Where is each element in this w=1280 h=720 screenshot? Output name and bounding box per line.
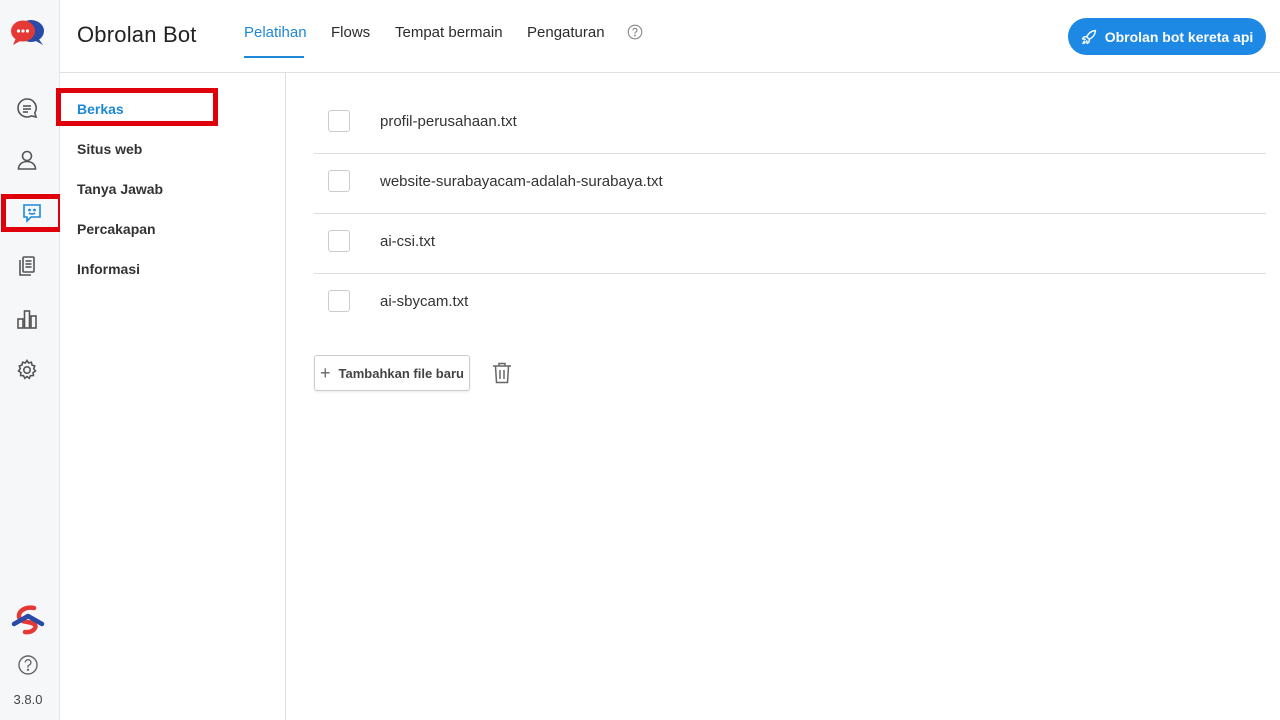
add-new-file-label: Tambahkan file baru — [338, 365, 464, 381]
top-header: Obrolan Bot Pelatihan Flows Tempat berma… — [60, 0, 1280, 73]
file-checkbox[interactable] — [328, 290, 350, 312]
plus-icon: + — [320, 362, 331, 383]
subnav-item-berkas[interactable]: Berkas — [77, 101, 124, 117]
bot-message-icon[interactable] — [1, 194, 63, 232]
tab-pelatihan[interactable]: Pelatihan — [244, 24, 307, 41]
help-circle-icon[interactable] — [17, 654, 39, 676]
file-name: website-surabayacam-adalah-surabaya.txt — [380, 173, 663, 190]
rocket-icon — [1081, 29, 1096, 44]
tab-tempat-bermain[interactable]: Tempat bermain — [395, 24, 503, 41]
help-circle-icon[interactable] — [627, 24, 643, 40]
file-row[interactable]: ai-sbycam.txt — [314, 274, 1266, 334]
brand-logo-icon — [11, 605, 45, 635]
app-logo-icon[interactable] — [10, 18, 46, 48]
file-checkbox[interactable] — [328, 110, 350, 132]
add-new-file-button[interactable]: + Tambahkan file baru — [314, 355, 470, 391]
chat-bubble-icon[interactable] — [13, 94, 41, 122]
trash-icon[interactable] — [491, 361, 513, 385]
train-chatbot-button[interactable]: Obrolan bot kereta api — [1068, 18, 1266, 55]
training-subnav: Berkas Situs web Tanya Jawab Percakapan … — [56, 73, 286, 720]
file-name: ai-sbycam.txt — [380, 293, 469, 310]
file-checkbox[interactable] — [328, 230, 350, 252]
train-chatbot-label: Obrolan bot kereta api — [1104, 28, 1254, 45]
app-version: 3.8.0 — [13, 692, 43, 707]
file-row[interactable]: website-surabayacam-adalah-surabaya.txt — [314, 154, 1266, 214]
icon-rail: 3.8.0 — [0, 0, 63, 720]
tab-flows[interactable]: Flows — [331, 24, 370, 41]
file-name: ai-csi.txt — [380, 233, 436, 250]
file-row[interactable]: ai-csi.txt — [314, 214, 1266, 274]
page-title: Obrolan Bot — [77, 22, 197, 47]
user-icon[interactable] — [13, 146, 41, 174]
file-checkbox[interactable] — [328, 170, 350, 192]
subnav-item-situs-web[interactable]: Situs web — [77, 141, 142, 157]
file-name: profil-perusahaan.txt — [380, 113, 517, 130]
file-row[interactable]: profil-perusahaan.txt — [314, 94, 1266, 154]
subnav-item-informasi[interactable]: Informasi — [77, 261, 140, 277]
documents-icon[interactable] — [13, 252, 41, 280]
tab-pengaturan[interactable]: Pengaturan — [527, 24, 605, 41]
file-list-panel: profil-perusahaan.txt website-surabayaca… — [286, 73, 1280, 720]
subnav-item-tanya-jawab[interactable]: Tanya Jawab — [77, 181, 163, 197]
subnav-item-percakapan[interactable]: Percakapan — [77, 221, 156, 237]
bar-chart-icon[interactable] — [13, 305, 41, 333]
app-root: 3.8.0 Obrolan Bot Pelatihan Flows Tempat… — [0, 0, 1280, 720]
active-tab-indicator — [244, 56, 304, 58]
gear-icon[interactable] — [13, 356, 41, 384]
